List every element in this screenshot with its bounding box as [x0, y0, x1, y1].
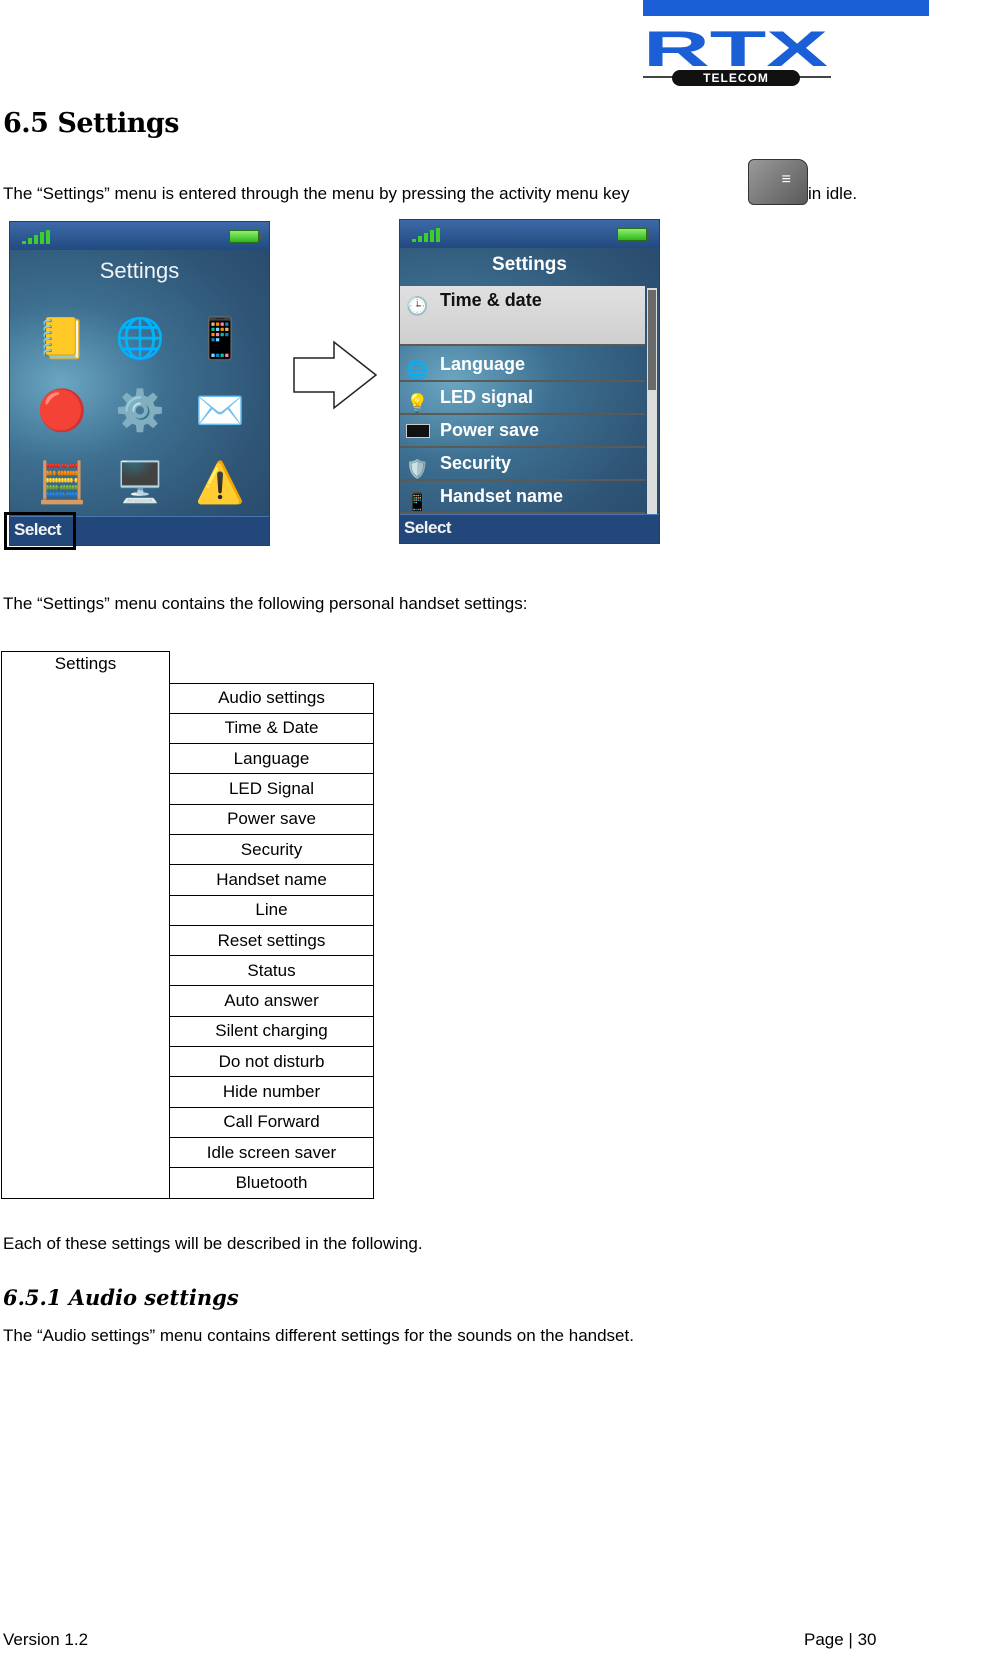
logo-brand-text: RTX [643, 26, 828, 70]
softkey-bar: Select [400, 514, 659, 543]
monitor-icon[interactable]: 🖥️ [112, 454, 168, 510]
table-cell-setting: Language [169, 743, 374, 775]
list-item-security[interactable]: 🛡️ Security [400, 447, 645, 481]
warning-icon[interactable]: ⚠️ [192, 454, 248, 510]
list-item-time-date[interactable]: 🕒 Time & date [400, 286, 645, 346]
screen-settings-list: Settings 🕒 Time & date 🌐 Language 💡 LED … [399, 219, 660, 544]
status-bar [10, 222, 269, 250]
calculator-stopwatch-icon[interactable]: 🧮 [34, 454, 90, 510]
table-cell-setting: Bluetooth [169, 1167, 374, 1199]
scrollbar-thumb[interactable] [648, 290, 656, 390]
screen-title: Settings [492, 254, 567, 275]
screen-main-menu: Settings 📒 🌐 📱 🔴 ⚙️ ✉️ 🧮 🖥️ ⚠️ Select [9, 221, 270, 546]
subsection-heading: 6.5.1 Audio settings [3, 1285, 239, 1310]
table-cell-setting: Time & Date [169, 712, 374, 745]
handset-icon[interactable]: 📱 [192, 310, 248, 366]
intro-text: The “Settings” menu is entered through t… [3, 184, 630, 203]
table-cell-setting: LED Signal [169, 773, 374, 805]
shield-icon: 🛡️ [406, 459, 429, 479]
handset-icon: 📱 [406, 492, 429, 512]
screen-icon [406, 424, 430, 438]
screen-title: Settings [99, 258, 180, 283]
list-item-label: LED signal [440, 387, 534, 407]
table-cell-setting: Power save [169, 803, 374, 835]
list-item-handset-name[interactable]: 📱 Handset name [400, 480, 645, 514]
table-cell-setting: Line [169, 894, 374, 926]
led-icon: 💡 [406, 393, 429, 413]
table-cell-setting: Reset settings [169, 924, 374, 957]
signal-icon [22, 230, 52, 244]
settings-tree-table: Settings Audio settings Time & Date Langua… [1, 651, 374, 1199]
table-cell-setting: Handset name [169, 864, 374, 896]
globe-icon: 🌐 [406, 360, 429, 380]
list-item-label: Handset name [440, 486, 564, 506]
globe-icon[interactable]: 🌐 [112, 310, 168, 366]
envelope-icon[interactable]: ✉️ [192, 382, 248, 438]
menu-key-icon: ≡ [748, 159, 808, 205]
table-root-label: Settings [54, 654, 117, 673]
signal-icon [412, 228, 442, 242]
table-cell-setting: Hide number [169, 1076, 374, 1108]
description-text: Each of these settings will be described… [3, 1234, 423, 1253]
table-cell-setting: Auto answer [169, 985, 374, 1017]
select-softkey[interactable]: Select [404, 518, 452, 538]
list-item-label: Language [440, 354, 526, 374]
audio-intro-text: The “Audio settings” menu contains diffe… [3, 1326, 634, 1345]
section-heading: 6.5 Settings [3, 108, 179, 139]
status-bar [400, 220, 659, 248]
rtx-logo: RTX [643, 26, 828, 70]
list-item-led-signal[interactable]: 💡 LED signal [400, 381, 645, 415]
network-icon[interactable]: 🔴 [34, 382, 90, 438]
table-cell-setting: Silent charging [169, 1015, 374, 1048]
list-item-label: Time & date [440, 290, 542, 310]
list-item-language[interactable]: 🌐 Language [400, 348, 645, 382]
select-highlight [4, 512, 76, 550]
table-root-cell: Settings [1, 651, 170, 1199]
intro-text-end: in idle. [808, 184, 858, 203]
table-intro-text: The “Settings” menu contains the followi… [3, 594, 528, 613]
table-cell-setting: Idle screen saver [169, 1136, 374, 1169]
table-cell-setting: Status [169, 955, 374, 987]
table-empty-cell [170, 652, 374, 684]
logo-telecom: TELECOM [672, 70, 800, 86]
battery-icon [617, 228, 650, 241]
table-cell-setting: Audio settings [169, 682, 374, 714]
logo-bar [643, 0, 929, 16]
gear-icon[interactable]: ⚙️ [112, 382, 168, 438]
phonebook-icon[interactable]: 📒 [34, 310, 90, 366]
arrow-right-icon [293, 340, 378, 410]
scrollbar[interactable] [647, 288, 657, 516]
clock-icon: 🕒 [406, 296, 429, 316]
footer-page-number: Page | 30 [804, 1630, 877, 1649]
battery-icon [229, 230, 262, 243]
table-cell-setting: Call Forward [169, 1106, 374, 1138]
footer-version: Version 1.2 [3, 1630, 89, 1649]
list-item-label: Security [440, 453, 512, 473]
table-cell-setting: Do not disturb [169, 1046, 374, 1078]
list-item-power-save[interactable]: Power save [400, 414, 645, 448]
list-item-label: Power save [440, 420, 540, 440]
table-cell-setting: Security [169, 833, 374, 866]
